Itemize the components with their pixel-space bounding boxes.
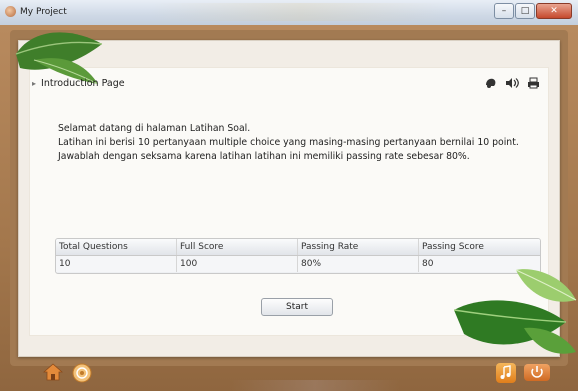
close-icon: ✕ <box>550 6 558 16</box>
stats-header-cell: Full Score <box>177 239 298 255</box>
stats-header-cell: Passing Score <box>422 242 484 252</box>
stats-value-cell: 80% <box>298 256 419 272</box>
stats-value-cell: 100 <box>177 256 298 272</box>
print-button[interactable] <box>525 76 541 90</box>
home-icon[interactable] <box>43 363 63 381</box>
window-controls: – □ ✕ <box>493 3 572 19</box>
page-header: ▸ Introduction Page <box>32 76 125 90</box>
power-button[interactable] <box>524 364 550 381</box>
bullet-icon: ▸ <box>32 78 37 88</box>
speaker-button[interactable] <box>504 76 520 90</box>
minimize-button[interactable]: – <box>494 3 514 19</box>
start-button[interactable]: Start <box>261 298 333 316</box>
app-icon <box>5 6 16 17</box>
stats-header-row: Total Questions Full Score Passing Rate … <box>56 239 540 256</box>
speaker-icon <box>506 78 519 88</box>
window-titlebar: My Project – □ ✕ <box>0 0 578 26</box>
stats-header-cell: Total Questions <box>56 239 177 255</box>
minimize-icon: – <box>501 6 507 16</box>
music-icon <box>500 365 511 379</box>
page-title: Introduction Page <box>41 77 125 89</box>
intro-text: Selamat datang di halaman Latihan Soal. … <box>58 122 528 164</box>
audio-icon <box>486 78 496 88</box>
music-button[interactable] <box>496 363 516 383</box>
cd-icon[interactable] <box>72 363 92 383</box>
titlebar-blur <box>150 3 450 21</box>
audio-button[interactable] <box>483 76 499 90</box>
stats-header-cell: Passing Rate <box>298 239 419 255</box>
leaf-decoration-bottom-right <box>454 269 577 354</box>
close-button[interactable]: ✕ <box>536 3 572 19</box>
stats-value-cell: 10 <box>56 256 177 272</box>
toolbar <box>478 76 541 90</box>
intro-line: Selamat datang di halaman Latihan Soal. <box>58 123 251 134</box>
taskbar-blur <box>230 380 400 391</box>
maximize-button[interactable]: □ <box>515 3 535 19</box>
intro-line: Latihan ini berisi 10 pertanyaan multipl… <box>58 137 519 148</box>
window-title: My Project <box>20 7 67 17</box>
power-icon <box>531 366 543 378</box>
maximize-icon: □ <box>520 6 530 16</box>
intro-line: Jawablah dengan seksama karena latihan l… <box>58 151 470 162</box>
print-icon <box>527 77 539 89</box>
